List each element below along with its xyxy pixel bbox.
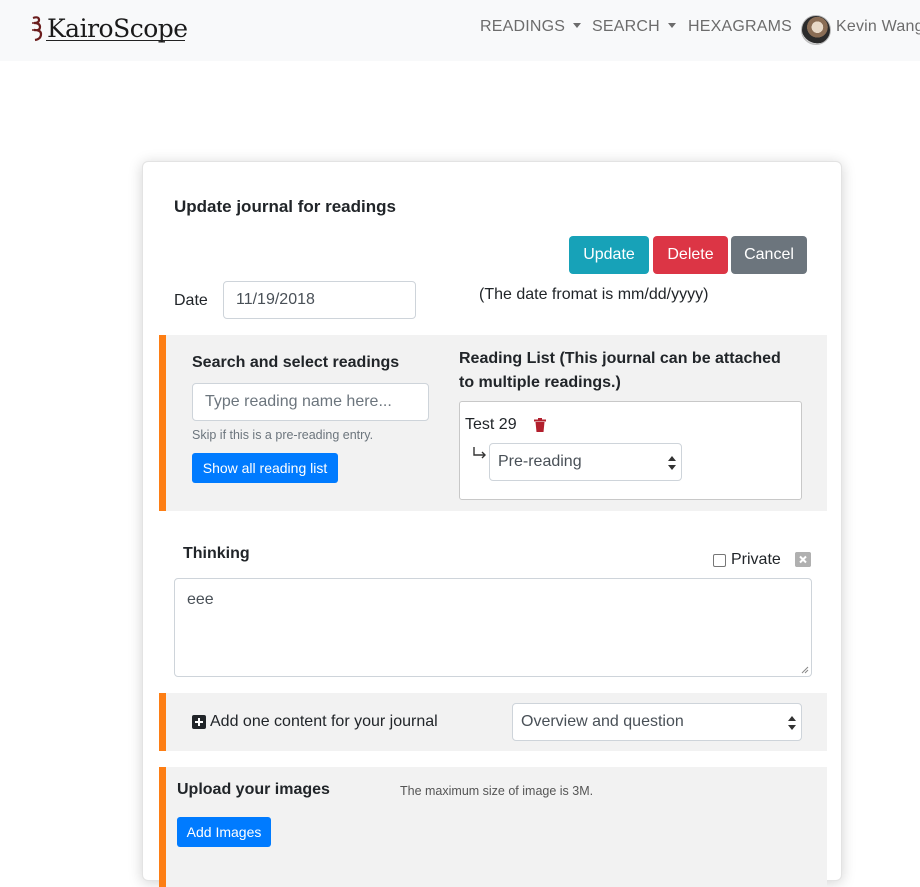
- brand-underline: [46, 40, 185, 41]
- caret-down-icon: [573, 23, 582, 28]
- upload-size-hint: The maximum size of image is 3M.: [400, 784, 594, 798]
- show-all-readings-button[interactable]: Show all reading list: [192, 453, 338, 483]
- journal-form-card: Update journal for readings Update Delet…: [142, 161, 842, 887]
- brand-name: KairoScope: [47, 14, 188, 43]
- skip-hint: Skip if this is a pre-reading entry.: [192, 428, 374, 442]
- plus-square-icon[interactable]: [192, 715, 206, 729]
- upload-panel: Upload your images The maximum size of i…: [159, 767, 827, 887]
- reading-search-input[interactable]: [192, 383, 429, 421]
- private-toggle[interactable]: Private: [713, 551, 781, 569]
- add-images-button[interactable]: Add Images: [177, 817, 271, 847]
- subdirectory-arrow-icon: [473, 447, 486, 459]
- content-type-select[interactable]: Overview and question: [512, 703, 802, 741]
- nav-hexagrams-label: HEXAGRAMS: [688, 18, 793, 35]
- reading-list-box: Test 29 Pre-reading: [459, 401, 802, 500]
- select-arrows-icon: [668, 456, 676, 470]
- close-box-icon[interactable]: [795, 552, 811, 567]
- cancel-button[interactable]: Cancel: [731, 236, 807, 274]
- caret-down-icon: [667, 23, 676, 28]
- date-label: Date: [174, 292, 208, 309]
- brand-logo[interactable]: KairoScope: [30, 12, 190, 46]
- upload-title: Upload your images: [177, 781, 330, 798]
- reading-item-name: Test 29: [465, 416, 517, 433]
- thinking-textarea[interactable]: eee: [174, 578, 812, 677]
- add-content-label: Add one content for your journal: [210, 713, 438, 730]
- thinking-label: Thinking: [183, 545, 250, 562]
- form-title: Update journal for readings: [174, 197, 396, 216]
- reading-stage-select[interactable]: Pre-reading: [489, 443, 682, 481]
- thinking-text: eee: [187, 591, 214, 608]
- kairoscope-logo-icon: [32, 16, 43, 42]
- reading-stage-value: Pre-reading: [498, 453, 582, 470]
- nav-hexagrams-link[interactable]: HEXAGRAMS: [688, 18, 792, 36]
- top-navbar: KairoScope READINGS SEARCH HEXAGRAMS Kev…: [0, 0, 920, 61]
- trash-icon[interactable]: [534, 418, 546, 432]
- content-type-value: Overview and question: [521, 713, 684, 730]
- resize-grip-icon[interactable]: [801, 666, 809, 674]
- nav-search-menu[interactable]: SEARCH: [592, 18, 676, 36]
- private-label: Private: [731, 551, 781, 568]
- private-checkbox[interactable]: [713, 553, 726, 567]
- nav-search-label: SEARCH: [592, 18, 660, 35]
- readings-panel: Search and select readings Skip if this …: [159, 335, 827, 511]
- nav-readings-menu[interactable]: READINGS: [480, 18, 582, 36]
- nav-user-menu[interactable]: Kevin Wang: [836, 18, 920, 36]
- update-button[interactable]: Update: [569, 236, 649, 274]
- select-arrows-icon: [788, 716, 796, 730]
- date-input[interactable]: [223, 281, 416, 319]
- search-readings-title: Search and select readings: [192, 354, 400, 371]
- add-content-panel: Add one content for your journal Overvie…: [159, 693, 827, 751]
- user-name: Kevin Wang: [836, 18, 920, 35]
- user-avatar[interactable]: [801, 15, 831, 45]
- reading-list-title: Reading List (This journal can be attach…: [459, 350, 781, 391]
- nav-readings-label: READINGS: [480, 18, 566, 35]
- date-format-hint: (The date fromat is mm/dd/yyyy): [479, 286, 709, 303]
- delete-button[interactable]: Delete: [653, 236, 728, 274]
